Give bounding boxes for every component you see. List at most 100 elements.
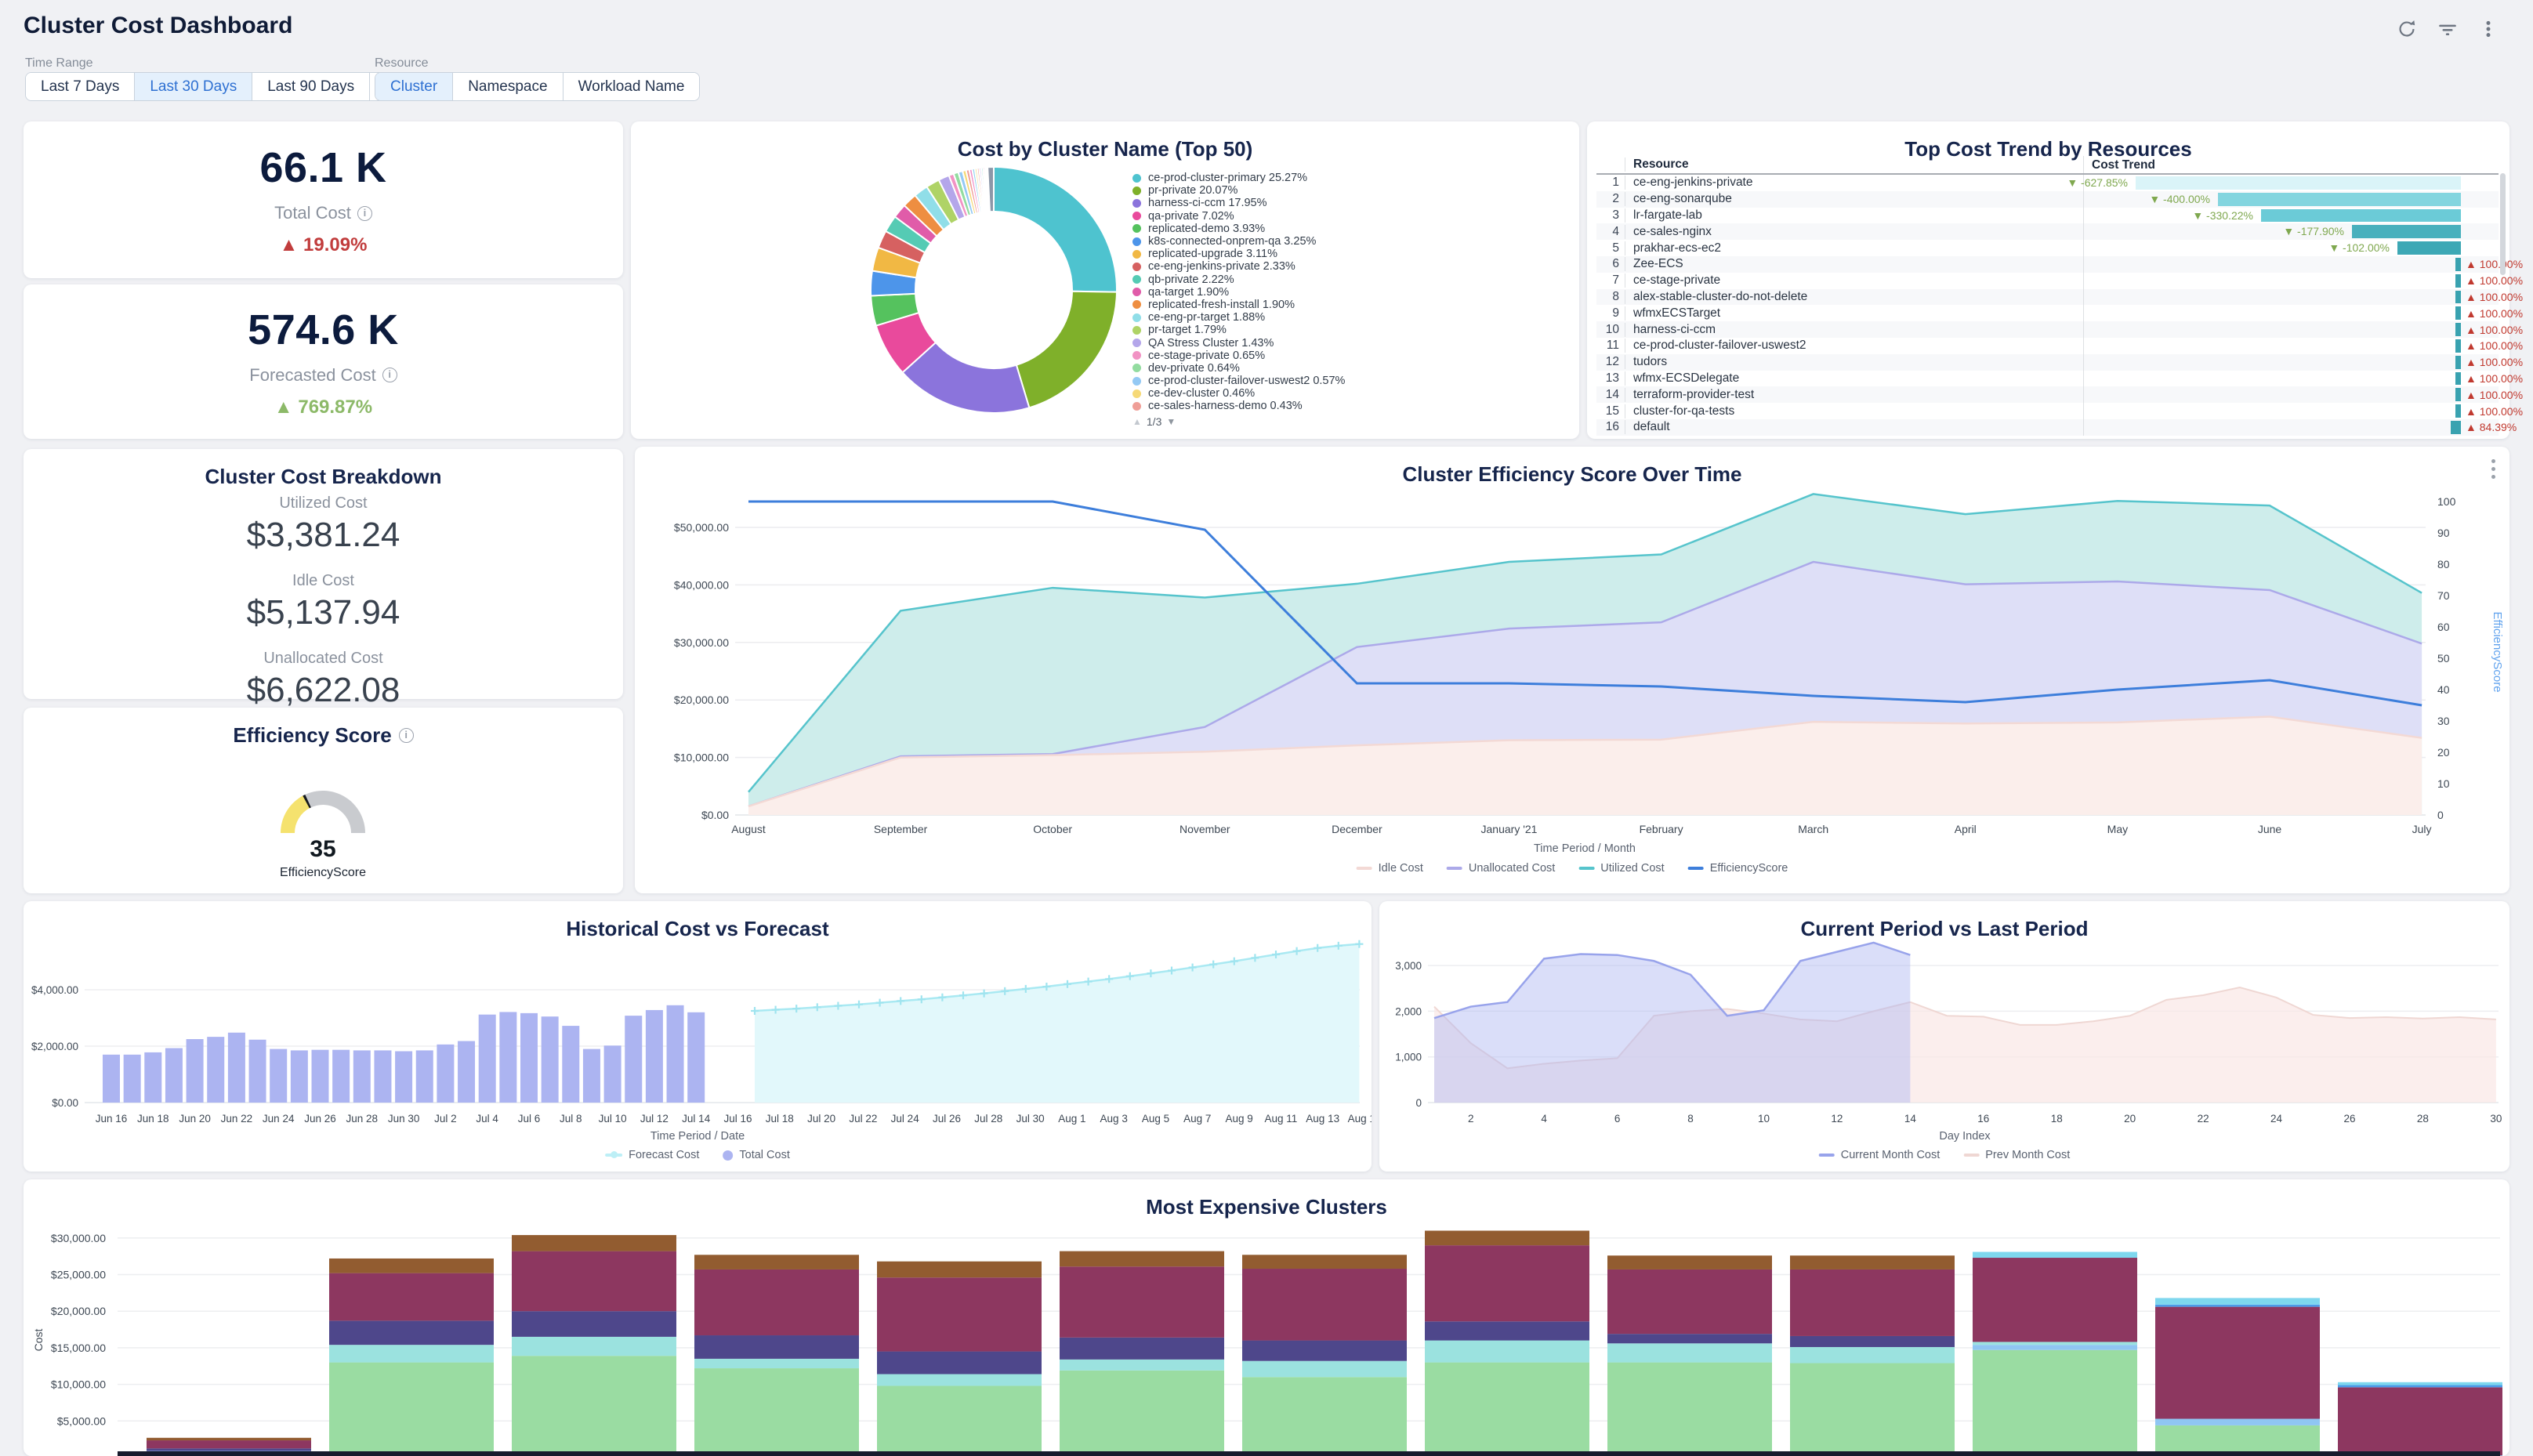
legend-color-dot <box>1132 351 1141 360</box>
svg-text:1,000: 1,000 <box>1395 1052 1422 1063</box>
donut-legend-item[interactable]: qa-private 7.02% <box>1132 210 1345 223</box>
cell-resource: prakhar-ecs-ec2 <box>1625 241 2083 255</box>
donut-legend-label: qa-private 7.02% <box>1148 210 1234 223</box>
cell-resource: default <box>1625 420 2083 434</box>
table-row[interactable]: 16default▲ 84.39% <box>1596 419 2499 436</box>
svg-text:6: 6 <box>1614 1113 1621 1125</box>
donut-legend-label: harness-ci-ccm 17.95% <box>1148 197 1267 209</box>
legend-item[interactable]: Total Cost <box>723 1149 789 1161</box>
donut-legend-item[interactable]: dev-private 0.64% <box>1132 362 1345 375</box>
legend-color-dot <box>1132 364 1141 372</box>
legend-item[interactable]: Utilized Cost <box>1578 862 1664 875</box>
donut-legend-item[interactable]: pr-private 20.07% <box>1132 184 1345 197</box>
donut-legend-item[interactable]: k8s-connected-onprem-qa 3.25% <box>1132 235 1345 248</box>
table-row[interactable]: 12tudors▲ 100.00% <box>1596 354 2499 371</box>
svg-text:March: March <box>1798 823 1828 835</box>
cell-cost-trend <box>2083 256 2461 273</box>
donut-legend-item[interactable]: harness-ci-ccm 17.95% <box>1132 197 1345 209</box>
svg-text:Jun 26: Jun 26 <box>304 1113 336 1125</box>
cell-resource: ce-eng-sonarqube <box>1625 192 2083 206</box>
kebab-menu-icon[interactable] <box>2477 17 2500 41</box>
table-row[interactable]: 11ce-prod-cluster-failover-uswest2▲ 100.… <box>1596 338 2499 354</box>
donut-legend-item[interactable]: qa-target 1.90% <box>1132 286 1345 299</box>
table-row[interactable]: 9wfmxECSTarget▲ 100.00% <box>1596 305 2499 321</box>
cell-rank: 6 <box>1596 257 1625 271</box>
legend-page-down-icon[interactable]: ▼ <box>1166 416 1176 427</box>
resource-option-namespace[interactable]: Namespace <box>453 73 563 100</box>
legend-item[interactable]: Forecast Cost <box>605 1149 699 1161</box>
cell-rank: 1 <box>1596 176 1625 190</box>
svg-text:28: 28 <box>2417 1113 2429 1125</box>
table-row[interactable]: 7ce-stage-private▲ 100.00% <box>1596 273 2499 289</box>
table-row[interactable]: 4ce-sales-nginx▼ -177.90% <box>1596 223 2499 240</box>
legend-page-up-icon[interactable]: ▲ <box>1132 416 1142 427</box>
donut-legend: ce-prod-cluster-primary 25.27%pr-private… <box>1132 172 1345 429</box>
table-row[interactable]: 15cluster-for-qa-tests▲ 100.00% <box>1596 403 2499 419</box>
legend-color-dot <box>1132 250 1141 259</box>
donut-legend-item[interactable]: replicated-demo 3.93% <box>1132 223 1345 235</box>
table-row[interactable]: 6Zee-ECS▲ 100.00% <box>1596 256 2499 273</box>
time-range-option-last-30-days[interactable]: Last 30 Days <box>135 73 252 100</box>
resource-option-workload-name[interactable]: Workload Name <box>563 73 700 100</box>
table-row[interactable]: 5prakhar-ecs-ec2▼ -102.00% <box>1596 240 2499 256</box>
trend-bar <box>2455 372 2461 386</box>
legend-item[interactable]: Prev Month Cost <box>1963 1149 2070 1161</box>
legend-item[interactable]: Idle Cost <box>1357 862 1423 875</box>
refresh-icon[interactable] <box>2395 17 2419 41</box>
donut-legend-item[interactable]: ce-prod-cluster-failover-uswest2 0.57% <box>1132 375 1345 387</box>
table-row[interactable]: 2ce-eng-sonarqube▼ -400.00% <box>1596 191 2499 208</box>
svg-text:4: 4 <box>1541 1113 1547 1125</box>
svg-text:20: 20 <box>2124 1113 2136 1125</box>
trend-bar <box>2455 339 2461 353</box>
info-icon[interactable]: i <box>399 728 414 743</box>
donut-legend-item[interactable]: qb-private 2.22% <box>1132 273 1345 286</box>
legend-item[interactable]: EfficiencyScore <box>1688 862 1788 875</box>
trend-bar <box>2451 421 2461 434</box>
donut-legend-item[interactable]: ce-dev-cluster 0.46% <box>1132 387 1345 400</box>
donut-legend-item[interactable]: ce-stage-private 0.65% <box>1132 350 1345 362</box>
donut-legend-item[interactable]: ce-eng-jenkins-private 2.33% <box>1132 260 1345 273</box>
table-row[interactable]: 3lr-fargate-lab▼ -330.22% <box>1596 208 2499 224</box>
donut-legend-item[interactable]: ce-sales-harness-demo 0.43% <box>1132 400 1345 412</box>
trend-value-badge: ▲ 100.00% <box>2461 274 2522 287</box>
svg-text:$0.00: $0.00 <box>701 809 729 821</box>
cell-rank: 11 <box>1596 339 1625 353</box>
svg-text:Jul 6: Jul 6 <box>518 1113 541 1125</box>
svg-text:June: June <box>2258 823 2282 835</box>
table-row[interactable]: 14terraform-provider-test▲ 100.00% <box>1596 386 2499 403</box>
donut-legend-label: pr-target 1.79% <box>1148 324 1227 336</box>
svg-text:Aug 1: Aug 1 <box>1058 1113 1085 1125</box>
donut-legend-item[interactable]: QA Stress Cluster 1.43% <box>1132 336 1345 349</box>
legend-item[interactable]: Current Month Cost <box>1819 1149 1941 1161</box>
donut-legend-label: dev-private 0.64% <box>1148 362 1240 375</box>
legend-item[interactable]: Unallocated Cost <box>1447 862 1555 875</box>
time-range-option-last-90-days[interactable]: Last 90 Days <box>252 73 370 100</box>
svg-text:Jul 4: Jul 4 <box>476 1113 498 1125</box>
donut-legend-item[interactable]: ce-eng-pr-target 1.88% <box>1132 311 1345 324</box>
info-icon[interactable]: i <box>357 206 372 221</box>
donut-legend-item[interactable]: replicated-fresh-install 1.90% <box>1132 299 1345 311</box>
cell-cost-trend <box>2083 321 2461 338</box>
period-compare-chart: 01,0002,0003,000246810121416182022242628… <box>1379 901 2509 1148</box>
donut-legend-item[interactable]: ce-prod-cluster-primary 25.27% <box>1132 172 1345 184</box>
donut-legend-item[interactable]: pr-target 1.79% <box>1132 324 1345 336</box>
resource-option-cluster[interactable]: Cluster <box>375 73 453 100</box>
info-icon[interactable]: i <box>382 368 397 382</box>
time-range-option-last-7-days[interactable]: Last 7 Days <box>26 73 135 100</box>
most-expensive-clusters-chart: $5,000.00$10,000.00$15,000.00$20,000.00$… <box>24 1179 2509 1456</box>
table-row[interactable]: 8alex-stable-cluster-do-not-delete▲ 100.… <box>1596 289 2499 306</box>
table-scrollbar[interactable] <box>2500 173 2506 275</box>
cell-cost-trend <box>2083 354 2461 371</box>
table-row[interactable]: 10harness-ci-ccm▲ 100.00% <box>1596 321 2499 338</box>
filter-icon[interactable] <box>2436 17 2459 41</box>
svg-text:$15,000.00: $15,000.00 <box>51 1342 106 1354</box>
donut-legend-label: k8s-connected-onprem-qa 3.25% <box>1148 235 1316 248</box>
table-row[interactable]: 13wfmx-ECSDelegate▲ 100.00% <box>1596 371 2499 387</box>
legend-color-dot <box>1132 300 1141 309</box>
legend-marker <box>1963 1154 1979 1157</box>
legend-color-dot <box>1132 237 1141 246</box>
donut-legend-item[interactable]: replicated-upgrade 3.11% <box>1132 248 1345 260</box>
svg-text:Jun 22: Jun 22 <box>221 1113 253 1125</box>
forecasted-cost-delta: ▲ 769.87% <box>274 397 372 418</box>
table-row[interactable]: 1ce-eng-jenkins-private▼ -627.85% <box>1596 175 2499 191</box>
